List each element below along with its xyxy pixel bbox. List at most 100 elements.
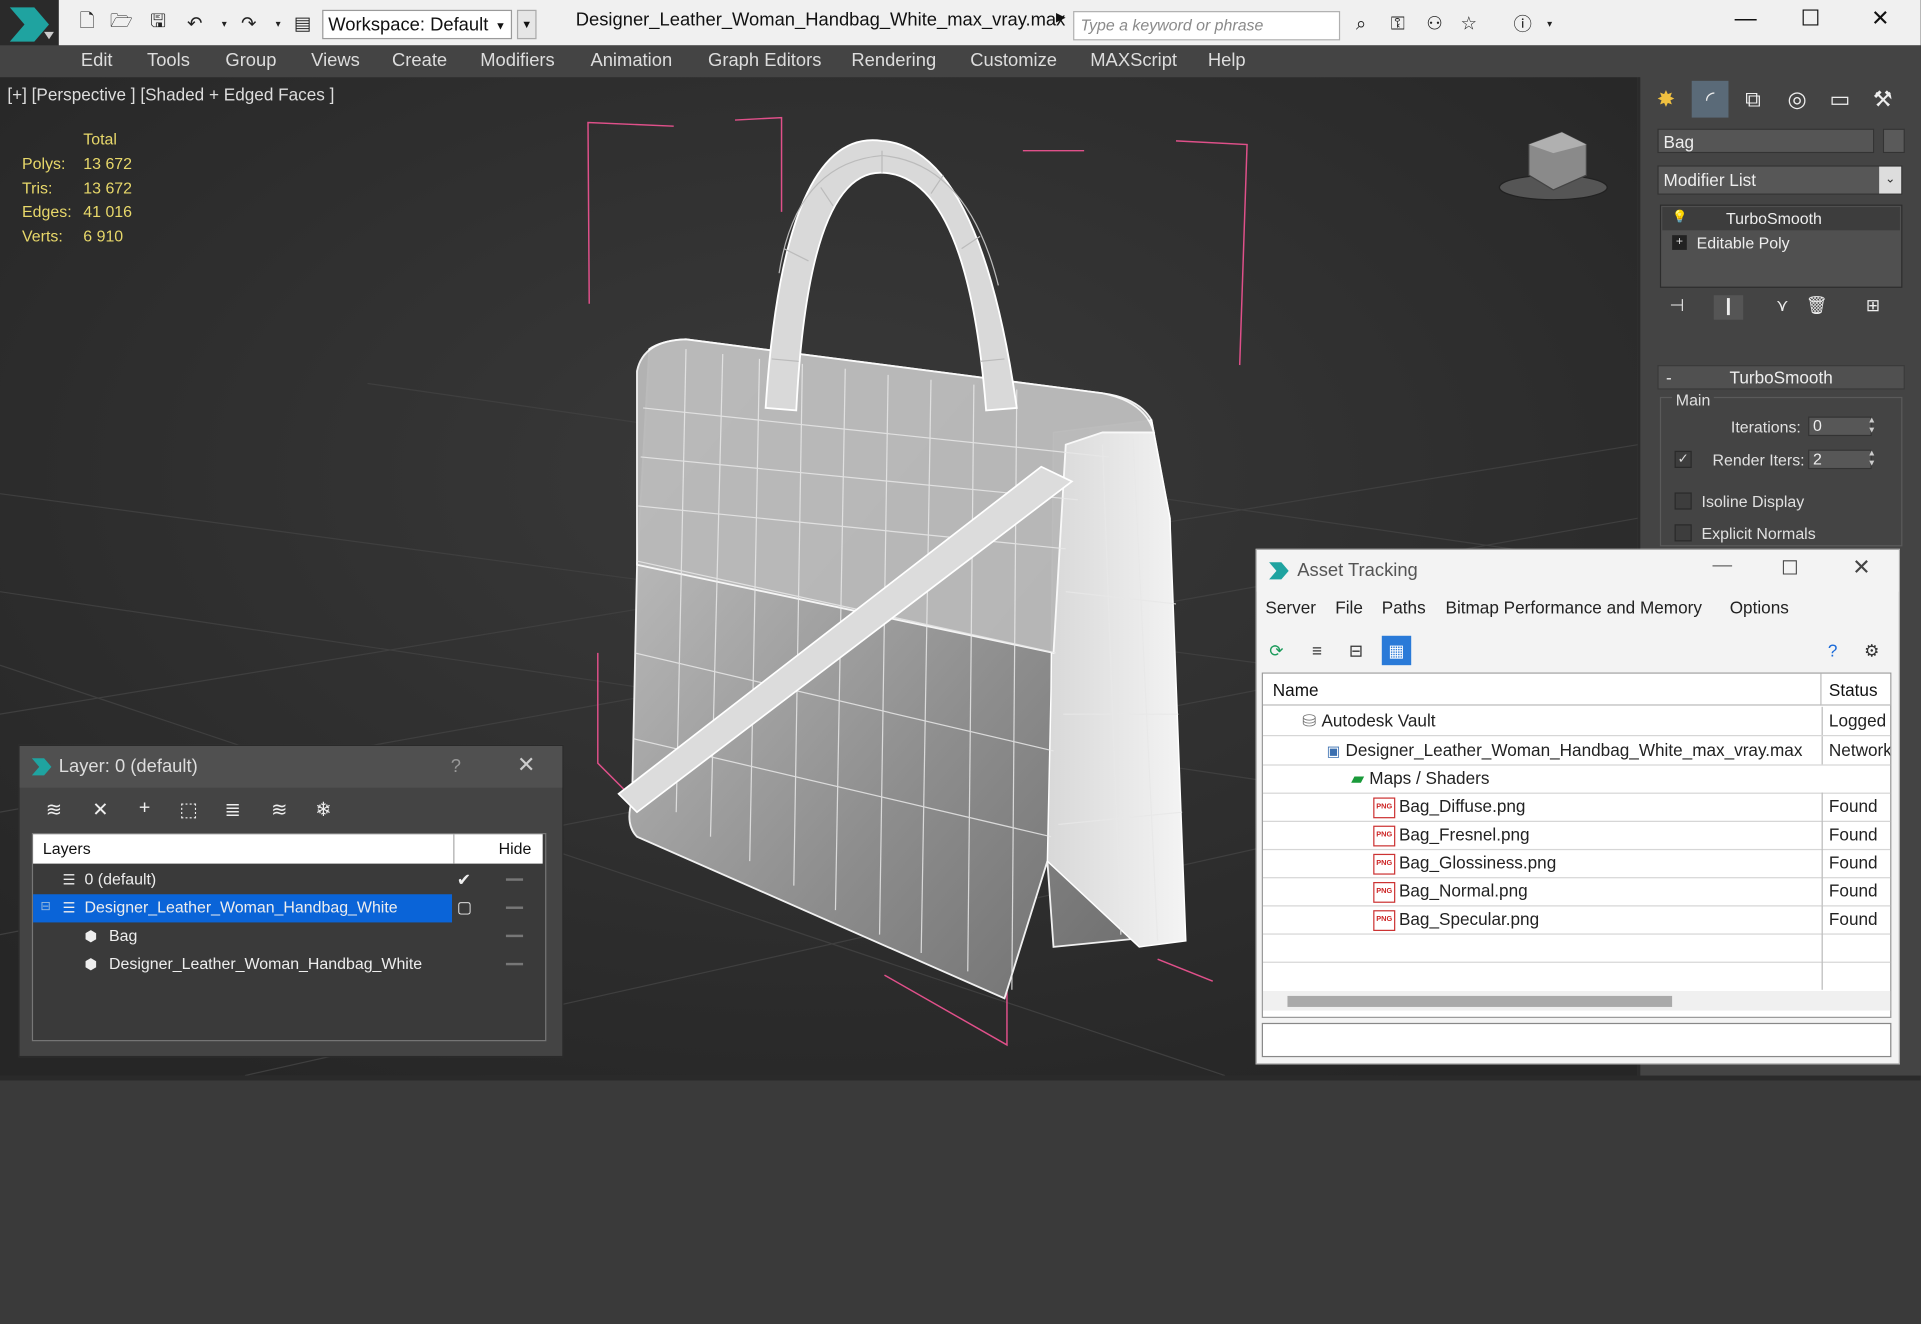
undo-dropdown-icon[interactable]: ▾ xyxy=(211,10,238,37)
help-dropdown-icon[interactable]: ▾ xyxy=(1536,10,1563,37)
layer-add-icon[interactable]: ≋ xyxy=(39,797,68,824)
asset-row-diffuse[interactable]: PNG Bag_Diffuse.png Found xyxy=(1262,792,1891,822)
make-unique-icon[interactable]: ⋎ xyxy=(1768,295,1797,320)
menu-tools[interactable]: Tools xyxy=(147,50,190,71)
redo-icon[interactable]: ↷ xyxy=(235,10,262,37)
asset-row-fresnel[interactable]: PNG Bag_Fresnel.png Found xyxy=(1262,820,1891,851)
menu-server[interactable]: Server xyxy=(1265,598,1316,618)
layer-dialog-titlebar[interactable]: Layer: 0 (default) ? ✕ xyxy=(19,746,563,788)
asset-row-glossiness[interactable]: PNG Bag_Glossiness.png Found xyxy=(1262,848,1891,879)
open-file-icon[interactable]: 🗁 xyxy=(108,10,135,37)
highlight-layer-icon[interactable]: ≣ xyxy=(218,797,247,824)
asset-row-specular[interactable]: PNG Bag_Specular.png Found xyxy=(1262,905,1891,935)
menu-create[interactable]: Create xyxy=(392,50,447,71)
help-icon[interactable]: ⓘ xyxy=(1509,10,1536,37)
utilities-tab-icon[interactable]: ⚒ xyxy=(1864,81,1901,118)
asset-row-maps[interactable]: ▰ Maps / Shaders xyxy=(1262,764,1891,794)
stack-item-editable-poly[interactable]: + Editable Poly xyxy=(1662,232,1900,255)
undo-icon[interactable]: ↶ xyxy=(181,10,208,37)
show-end-result-icon[interactable]: ❙ xyxy=(1713,295,1744,320)
table-view-icon[interactable]: ▦ xyxy=(1381,635,1412,666)
horizontal-scrollbar[interactable] xyxy=(1262,991,1891,1011)
asset-row-max-file[interactable]: ▣ Designer_Leather_Woman_Handbag_White_ma… xyxy=(1262,736,1891,766)
motion-tab-icon[interactable]: ◎ xyxy=(1779,81,1816,118)
menu-views[interactable]: Views xyxy=(311,50,360,71)
render-iters-spinner[interactable]: 2 xyxy=(1808,449,1872,470)
maximize-button[interactable]: ☐ xyxy=(1792,6,1829,35)
configure-modifier-sets-icon[interactable]: ⊞ xyxy=(1858,295,1887,320)
close-icon[interactable]: ✕ xyxy=(517,752,535,778)
menu-paths[interactable]: Paths xyxy=(1382,598,1426,618)
col-name[interactable]: Name xyxy=(1262,673,1822,706)
menu-rendering[interactable]: Rendering xyxy=(851,50,936,71)
minimize-button[interactable]: — xyxy=(1713,555,1733,577)
layer-row-handbag-object[interactable]: ⬢ Designer_Leather_Woman_Handbag_White xyxy=(33,951,543,979)
refresh-icon[interactable]: ⟳ xyxy=(1262,636,1291,665)
pin-stack-icon[interactable]: ⊣ xyxy=(1662,295,1691,320)
project-folder-icon[interactable]: ▤ xyxy=(289,10,316,37)
close-icon[interactable]: ✕ xyxy=(1852,555,1870,581)
stack-item-turbosmooth[interactable]: 💡 TurboSmooth xyxy=(1662,207,1900,231)
menu-options[interactable]: Options xyxy=(1730,598,1789,618)
menu-animation[interactable]: Animation xyxy=(590,50,672,71)
list-view-icon[interactable]: ≡ xyxy=(1302,636,1331,665)
binoculars-icon[interactable]: ⌕ xyxy=(1348,10,1375,37)
delete-icon[interactable]: ✕ xyxy=(86,797,115,824)
redo-dropdown-icon[interactable]: ▾ xyxy=(265,10,292,37)
hide-toggle[interactable] xyxy=(505,934,524,938)
hide-toggle[interactable] xyxy=(505,906,524,909)
iterations-spinner[interactable]: 0 xyxy=(1808,416,1872,437)
help-button[interactable]: ? xyxy=(451,756,461,777)
maximize-button[interactable]: ☐ xyxy=(1781,556,1799,581)
user-icon[interactable]: ⚇ xyxy=(1421,10,1448,37)
col-layers[interactable]: Layers xyxy=(33,834,455,864)
menu-maxscript[interactable]: MAXScript xyxy=(1090,50,1177,71)
object-name-field[interactable]: Bag xyxy=(1657,128,1875,154)
menu-modifiers[interactable]: Modifiers xyxy=(480,50,555,71)
scrollbar-thumb[interactable] xyxy=(1287,995,1673,1007)
explicit-normals-checkbox[interactable] xyxy=(1674,524,1692,542)
col-status[interactable]: Status xyxy=(1821,673,1891,706)
hide-all-icon[interactable]: ≋ xyxy=(265,797,294,824)
favorites-star-icon[interactable]: ☆ xyxy=(1455,10,1482,37)
hierarchy-tab-icon[interactable]: ⧉ xyxy=(1735,81,1772,118)
app-logo[interactable] xyxy=(0,0,59,52)
current-layer-icon[interactable]: ▢ xyxy=(457,894,472,921)
asset-row-vault[interactable]: ⛁Autodesk Vault Logged Out xyxy=(1262,706,1891,737)
search-input[interactable]: Type a keyword or phrase xyxy=(1073,11,1341,41)
close-button[interactable]: ✕ xyxy=(1862,6,1899,35)
new-file-icon[interactable]: 🗋 xyxy=(74,10,101,37)
hide-toggle[interactable] xyxy=(505,878,524,881)
search-expand-icon[interactable]: ▶ xyxy=(1056,11,1065,24)
layer-row-bag[interactable]: ⬢ Bag xyxy=(33,922,543,950)
expand-plus-icon[interactable]: + xyxy=(1672,235,1687,250)
settings-help-icon[interactable]: ⚙ xyxy=(1857,636,1886,665)
spinner-arrows-icon[interactable]: ▲ ▼ xyxy=(1866,417,1878,437)
minimize-button[interactable]: — xyxy=(1727,6,1764,35)
isoline-display-checkbox[interactable] xyxy=(1674,492,1692,510)
key-icon[interactable]: ⚿ xyxy=(1384,10,1411,37)
menu-help[interactable]: Help xyxy=(1208,50,1246,71)
layer-row-handbag[interactable]: ⊟ ☰ Designer_Leather_Woman_Handbag_White… xyxy=(33,894,543,923)
turbosmooth-rollout[interactable]: - TurboSmooth xyxy=(1657,365,1905,390)
workspace-menu-button[interactable]: ▼ xyxy=(516,9,537,40)
modify-tab-icon[interactable]: ◜ xyxy=(1691,80,1729,118)
viewport-label[interactable]: [+] [Perspective ] [Shaded + Edged Faces… xyxy=(7,85,334,105)
display-tab-icon[interactable]: ▭ xyxy=(1822,81,1859,118)
add-to-layer-icon[interactable]: + xyxy=(130,797,159,824)
tree-view-icon[interactable]: ⊟ xyxy=(1341,636,1370,665)
render-iters-checkbox[interactable]: ✓ xyxy=(1674,450,1692,468)
menu-customize[interactable]: Customize xyxy=(970,50,1057,71)
asset-row-normal[interactable]: PNG Bag_Normal.png Found xyxy=(1262,877,1891,907)
light-bulb-icon[interactable]: 💡 xyxy=(1672,211,1687,226)
create-tab-icon[interactable]: ✸ xyxy=(1648,81,1685,118)
select-objects-icon[interactable]: ⬚ xyxy=(174,797,203,824)
menu-edit[interactable]: Edit xyxy=(81,50,113,71)
collapse-icon[interactable]: ⊟ xyxy=(40,894,50,921)
object-color-swatch[interactable] xyxy=(1882,128,1905,154)
freeze-all-icon[interactable]: ❄ xyxy=(309,797,338,824)
layer-row-default[interactable]: ☰ 0 (default) ✔ xyxy=(33,866,543,894)
asset-path-field[interactable] xyxy=(1261,1022,1892,1058)
menu-bitmap-performance[interactable]: Bitmap Performance and Memory xyxy=(1446,598,1702,618)
spinner-arrows-icon[interactable]: ▲ ▼ xyxy=(1866,450,1878,470)
